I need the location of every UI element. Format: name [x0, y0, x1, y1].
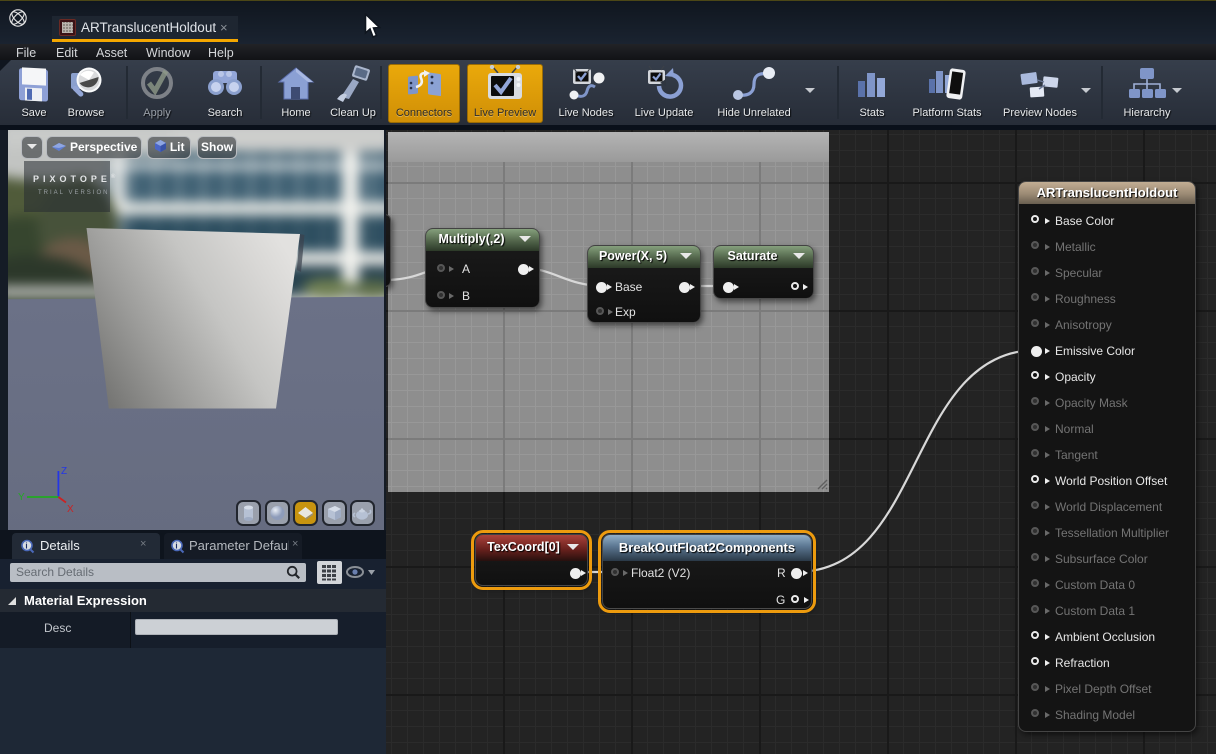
svg-text:Y: Y — [18, 492, 25, 503]
svg-text:X: X — [67, 504, 74, 515]
svg-text:i: i — [25, 542, 27, 551]
svg-text:Z: Z — [61, 466, 67, 477]
svg-text:i: i — [175, 542, 177, 551]
